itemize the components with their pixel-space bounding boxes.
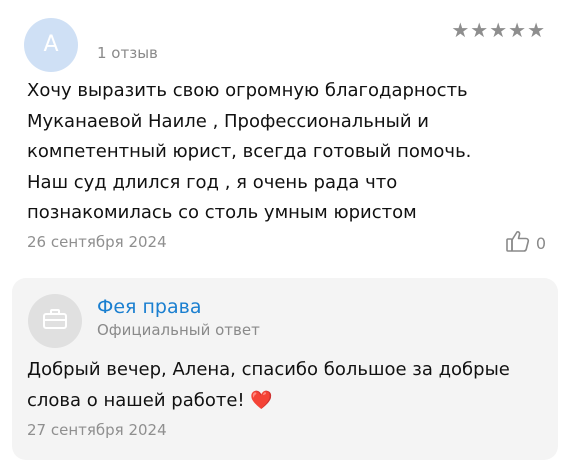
review-text-line: познакомилась со столь умным юристом xyxy=(27,202,417,223)
review-text-line: компетентный юрист, всегда готовый помоч… xyxy=(27,141,472,162)
company-name[interactable]: Фея права xyxy=(97,296,201,318)
heart-emoji: ❤️ xyxy=(250,389,273,411)
official-reply: Фея права Официальный ответ Добрый вечер… xyxy=(12,278,558,460)
like-button[interactable]: 0 xyxy=(506,230,546,256)
company-logo[interactable] xyxy=(28,294,82,348)
thumbs-up-icon xyxy=(506,230,530,256)
review-text-line: Наш суд длился год , я очень рада что xyxy=(27,171,398,193)
reply-text-line: Добрый вечер, Алена, спасибо большое за … xyxy=(27,359,510,380)
reply-text-line: слова о нашей работе! ❤️ xyxy=(27,386,547,417)
like-count: 0 xyxy=(535,233,546,253)
reply-date: 27 сентября 2024 xyxy=(27,421,167,439)
review-text-line: Муканаевой Наиле , Профессиональный и xyxy=(27,110,429,132)
avatar[interactable]: A xyxy=(24,18,78,72)
official-reply-label: Официальный ответ xyxy=(97,321,260,339)
review-text: Хочу выразить свою огромную благодарност… xyxy=(27,76,547,229)
review-count[interactable]: 1 отзыв xyxy=(97,44,158,62)
reply-text-line-content: слова о нашей работе! xyxy=(27,389,245,411)
rating-stars: ★★★★★ xyxy=(451,18,546,42)
review-date: 26 сентября 2024 xyxy=(27,233,167,251)
briefcase-icon xyxy=(42,308,68,334)
review-text-line: Хочу выразить свою огромную благодарност… xyxy=(27,80,468,101)
reply-text: Добрый вечер, Алена, спасибо большое за … xyxy=(27,355,547,416)
review-card: A 1 отзыв ★★★★★ Хочу выразить свою огром… xyxy=(0,0,572,270)
